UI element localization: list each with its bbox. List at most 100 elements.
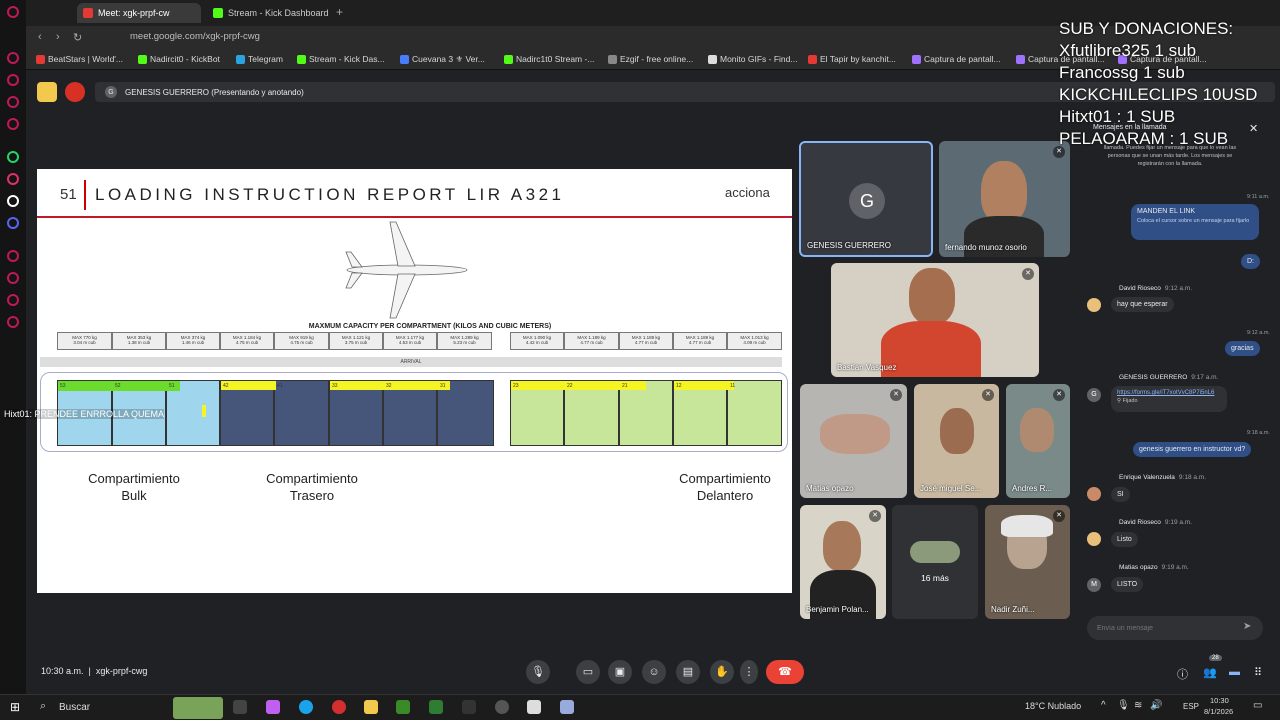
author-name: Matias opazo: [1119, 564, 1158, 571]
bookmark-item[interactable]: BeatStars | World'...: [36, 54, 123, 64]
sidebar-app-icon[interactable]: [7, 52, 19, 64]
edge-icon[interactable]: [299, 700, 313, 714]
reload-icon[interactable]: ↻: [73, 31, 82, 44]
opera-logo-icon[interactable]: [7, 6, 19, 18]
app-icon[interactable]: [560, 700, 574, 714]
tab-kick[interactable]: Stream - Kick Dashboard: [207, 3, 331, 23]
volume-icon[interactable]: 🔊: [1150, 700, 1162, 711]
url-field[interactable]: meet.google.com/xgk-prpf-cwg: [130, 31, 260, 42]
microphone-icon[interactable]: 🎙: [1117, 700, 1130, 711]
bookmark-item[interactable]: Cuevana 3 ⚜ Ver...: [400, 54, 485, 65]
settings-icon[interactable]: [7, 316, 19, 328]
chat-message-input[interactable]: [1097, 621, 1237, 635]
chat-message[interactable]: hay que esperar: [1111, 297, 1174, 312]
more-options-button[interactable]: ⋮: [740, 660, 758, 684]
participant-tile[interactable]: ✕ Bastian Vasquez: [831, 263, 1039, 377]
sidebar-app-icon[interactable]: [7, 118, 19, 130]
message-time: 9:19 a.m.: [1164, 519, 1193, 526]
taskbar-date[interactable]: 8/1/2026: [1204, 707, 1233, 716]
bookmark-item[interactable]: Captura de pantall...: [912, 54, 1001, 64]
participant-tile[interactable]: G GENESIS GUERRERO: [799, 141, 933, 257]
send-icon[interactable]: ➤: [1243, 621, 1251, 632]
leave-call-button[interactable]: ☎: [766, 660, 804, 684]
participant-tile[interactable]: ✕ José miguel Se...: [914, 384, 999, 498]
taskbar-time[interactable]: 10:30: [1210, 696, 1229, 705]
participant-tile[interactable]: ✕ Benjamin Polan...: [800, 505, 886, 619]
message-time: 9:12 a.m.: [1164, 285, 1193, 292]
chat-message-own[interactable]: D:: [1241, 254, 1260, 269]
participant-tile[interactable]: ✕ fernando munoz osorio: [939, 141, 1070, 257]
wifi-icon[interactable]: ≋: [1134, 700, 1142, 711]
notifications-icon[interactable]: ▭: [1253, 700, 1262, 711]
new-tab-icon[interactable]: +: [336, 5, 343, 19]
search-icon[interactable]: ⌕: [40, 700, 46, 713]
chat-message-own[interactable]: gracias: [1225, 341, 1260, 356]
compartment-rear-label: Compartimiento Trasero: [252, 470, 372, 504]
store-icon[interactable]: [527, 700, 541, 714]
tray-chevron-icon[interactable]: ^: [1101, 700, 1106, 711]
participant-tile[interactable]: ✕ Matias opazo: [800, 384, 907, 498]
bookmark-item[interactable]: Nadirc1t0 Stream -...: [504, 54, 594, 64]
capacity-cell: MAX 1.090 kg 4.42 m cub: [510, 332, 564, 350]
mic-off-button[interactable]: 🎙: [526, 660, 550, 684]
file-explorer-icon[interactable]: [364, 700, 378, 714]
bookmark-item[interactable]: Ezgif - free online...: [608, 54, 693, 64]
participant-tile[interactable]: ✕ Nadir Zuñi...: [985, 505, 1070, 619]
captions-button[interactable]: ▤: [676, 660, 700, 684]
sidebar-app-icon[interactable]: [7, 96, 19, 108]
discord-icon[interactable]: [7, 217, 19, 229]
participant-name: Matias opazo: [806, 484, 854, 493]
emoji-button[interactable]: ☺: [642, 660, 666, 684]
bookmark-item[interactable]: El Tapir by kanchit...: [808, 54, 896, 64]
arrival-bar: ARRIVAL: [40, 357, 782, 367]
people-icon[interactable]: 👥: [1203, 666, 1217, 679]
bay-number: 32: [386, 383, 392, 389]
participant-tile[interactable]: ✕ Andres R...: [1006, 384, 1070, 498]
chat-message-pinned[interactable]: https://forms.gle/iT7xotVvC8P7i5nL6 ⚲ Fi…: [1111, 386, 1227, 412]
chat-message[interactable]: LISTO: [1111, 577, 1144, 592]
message-link[interactable]: https://forms.gle/iT7xotVvC8P7i5nL6: [1117, 390, 1221, 396]
capacity-cell: MAX 1.184 kg 4.75 m cub: [220, 332, 274, 350]
raise-hand-button[interactable]: ✋: [710, 660, 734, 684]
chat-message-own[interactable]: MANDEN EL LINK Coloca el cursor sobre un…: [1131, 204, 1259, 240]
bookmark-item[interactable]: Nadircit0 - KickBot: [138, 54, 220, 64]
bookmark-item[interactable]: Monito GIFs - Find...: [708, 54, 797, 64]
tiktok-icon[interactable]: [7, 195, 19, 207]
message-hint: Coloca el cursor sobre un mensaje para f…: [1137, 218, 1250, 224]
more-participants-tile[interactable]: 16 más: [892, 505, 978, 619]
app-icon[interactable]: [429, 700, 443, 714]
weather-widget[interactable]: 18°C Nublado: [1025, 701, 1081, 711]
obs-icon[interactable]: [495, 700, 509, 714]
bookmark-item[interactable]: Stream - Kick Das...: [297, 54, 385, 64]
back-icon[interactable]: ‹: [38, 31, 42, 43]
windows-start-icon[interactable]: ⊞: [10, 700, 20, 714]
sidebar-app-icon[interactable]: [7, 74, 19, 86]
present-button[interactable]: ▣: [608, 660, 632, 684]
info-icon[interactable]: ⓘ: [1177, 666, 1188, 682]
tab-meet[interactable]: Meet: xgk-prpf-cw: [77, 3, 201, 23]
sidebar-app-icon[interactable]: [7, 294, 19, 306]
bookmark-item[interactable]: Telegram: [236, 54, 283, 64]
activities-icon[interactable]: ⠿: [1254, 666, 1262, 679]
camera-button[interactable]: ▭: [576, 660, 600, 684]
record-icon[interactable]: [37, 82, 57, 102]
epic-games-icon[interactable]: [462, 700, 476, 714]
app-icon[interactable]: [396, 700, 410, 714]
instagram-icon[interactable]: [7, 173, 19, 185]
language-indicator[interactable]: ESP: [1183, 702, 1199, 711]
task-view-icon[interactable]: [233, 700, 247, 714]
chat-message-own[interactable]: genesis guerrero en instructor vd?: [1133, 442, 1252, 457]
chat-message[interactable]: Listo: [1111, 532, 1138, 547]
whatsapp-icon[interactable]: [7, 151, 19, 163]
chat-input-box[interactable]: ➤: [1087, 616, 1263, 640]
forward-icon[interactable]: ›: [56, 31, 60, 43]
chat-message[interactable]: SI: [1111, 487, 1130, 502]
acciona-logo: acciona: [725, 185, 770, 200]
history-icon[interactable]: [7, 272, 19, 284]
copilot-icon[interactable]: [266, 700, 280, 714]
opera-taskbar-icon[interactable]: [332, 700, 346, 714]
sidebar-app-icon[interactable]: [7, 250, 19, 262]
chat-icon[interactable]: ▬: [1229, 666, 1240, 678]
taskbar-search[interactable]: Buscar: [59, 702, 90, 713]
live-icon[interactable]: [65, 82, 85, 102]
